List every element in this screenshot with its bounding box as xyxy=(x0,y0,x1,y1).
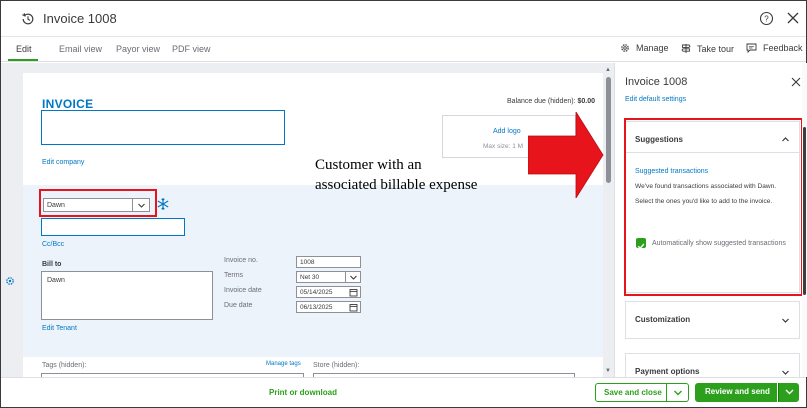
invoice-canvas: INVOICE Balance due (hidden): $0.00 Edit… xyxy=(1,63,614,377)
snowflake-icon[interactable] xyxy=(156,197,170,211)
balance-due-value: $0.00 xyxy=(577,98,595,105)
bill-to-value: Dawn xyxy=(47,277,65,284)
chat-bubble-icon xyxy=(746,43,757,53)
settings-panel: Invoice 1008 Edit default settings Sugge… xyxy=(614,63,807,383)
invoice-date-label: Invoice date xyxy=(224,287,262,294)
invoice-no-label: Invoice no. xyxy=(224,257,258,264)
chevron-down-icon xyxy=(350,275,357,280)
customer-select-value: Dawn xyxy=(47,202,65,209)
store-label: Store (hidden): xyxy=(313,362,360,369)
invoice-heading: INVOICE xyxy=(42,97,94,111)
take-tour-button[interactable]: Take tour xyxy=(681,43,734,54)
due-date-label: Due date xyxy=(224,302,253,309)
chevron-down-icon xyxy=(674,390,682,396)
print-or-download-button[interactable]: Print or download xyxy=(269,388,337,397)
signpost-icon xyxy=(681,44,691,53)
footer-bar: Print or download Save and close Review … xyxy=(1,377,806,407)
close-icon[interactable] xyxy=(791,77,801,87)
customization-title[interactable]: Customization xyxy=(635,315,690,324)
panel-title: Invoice 1008 xyxy=(625,76,688,88)
save-and-close-button[interactable]: Save and close xyxy=(595,383,667,402)
history-icon[interactable] xyxy=(21,12,35,26)
calendar-icon[interactable] xyxy=(349,288,358,297)
annotation-highlight-suggestions xyxy=(624,118,803,296)
tags-label: Tags (hidden): xyxy=(42,362,87,369)
cc-bcc-link[interactable]: Cc/Bcc xyxy=(42,241,64,248)
svg-text:?: ? xyxy=(764,14,769,23)
add-logo-link[interactable]: Add logo xyxy=(493,128,521,135)
save-options-dropdown[interactable] xyxy=(667,383,689,402)
take-tour-label: Take tour xyxy=(697,43,735,54)
invoice-date-input[interactable]: 05/14/2025 xyxy=(296,286,361,298)
close-icon[interactable] xyxy=(786,11,800,25)
help-icon[interactable]: ? xyxy=(759,11,774,26)
balance-due: Balance due (hidden): $0.00 xyxy=(507,98,595,105)
invoice-no-value: 1008 xyxy=(300,259,315,266)
customer-select[interactable]: Dawn xyxy=(43,198,150,212)
invoice-date-value: 05/14/2025 xyxy=(300,289,333,296)
customer-email-input[interactable] xyxy=(41,218,185,236)
view-tabs: Edit Email view Payor view PDF view Mana… xyxy=(1,37,806,62)
page-title: Invoice 1008 xyxy=(43,11,117,26)
edit-company-link[interactable]: Edit company xyxy=(42,159,84,166)
invoice-form: INVOICE Balance due (hidden): $0.00 Edit… xyxy=(23,73,603,377)
scroll-up-arrow[interactable]: ▲ xyxy=(605,67,611,73)
edit-tenant-link[interactable]: Edit Tenant xyxy=(42,325,77,332)
chevron-down-icon[interactable] xyxy=(781,368,790,377)
canvas-scrollbar-thumb[interactable] xyxy=(606,77,611,183)
manage-tags-link[interactable]: Manage tags xyxy=(266,361,301,367)
scroll-down-arrow[interactable]: ▼ xyxy=(605,368,611,374)
panel-scrollbar-thumb[interactable] xyxy=(803,127,806,295)
review-and-send-button[interactable]: Review and send xyxy=(695,383,777,402)
settings-gear-icon[interactable] xyxy=(5,276,15,286)
manage-label: Manage xyxy=(636,43,669,53)
balance-due-label: Balance due (hidden): xyxy=(507,98,576,105)
invoice-no-input[interactable]: 1008 xyxy=(296,256,361,268)
feedback-button[interactable]: Feedback xyxy=(746,43,803,53)
calendar-icon[interactable] xyxy=(349,303,358,312)
terms-select[interactable]: Net 30 xyxy=(296,271,361,283)
feedback-label: Feedback xyxy=(763,43,803,53)
due-date-value: 06/13/2025 xyxy=(300,304,333,311)
bill-to-label: Bill to xyxy=(42,261,62,268)
tab-edit[interactable]: Edit xyxy=(16,44,32,54)
bill-to-address[interactable]: Dawn xyxy=(41,271,213,320)
send-options-dropdown[interactable] xyxy=(778,383,799,402)
tab-pdf-view[interactable]: PDF view xyxy=(172,44,211,54)
company-info-box[interactable] xyxy=(41,110,285,145)
chevron-down-icon xyxy=(138,203,145,208)
payment-options-title[interactable]: Payment options xyxy=(635,367,699,376)
manage-button[interactable]: Manage xyxy=(620,43,669,53)
terms-value: Net 30 xyxy=(300,274,320,281)
chevron-down-icon[interactable] xyxy=(781,316,790,325)
active-tab-indicator xyxy=(8,59,38,61)
terms-label: Terms xyxy=(224,272,244,279)
annotation-arrow xyxy=(528,112,604,198)
chevron-down-icon xyxy=(785,389,794,395)
annotation-line-1: Customer with an xyxy=(315,157,422,173)
annotation-text: Customer with an associated billable exp… xyxy=(315,155,477,195)
window-header: Invoice 1008 ? xyxy=(1,1,806,37)
annotation-line-2: associated billable expense xyxy=(315,177,478,193)
due-date-input[interactable]: 06/13/2025 xyxy=(296,301,361,313)
logo-max-size: Max size: 1 M xyxy=(483,143,524,150)
edit-default-settings-link[interactable]: Edit default settings xyxy=(625,96,686,103)
tab-email-view[interactable]: Email view xyxy=(59,44,102,54)
gear-icon xyxy=(621,44,629,52)
tab-payor-view[interactable]: Payor view xyxy=(116,44,160,54)
